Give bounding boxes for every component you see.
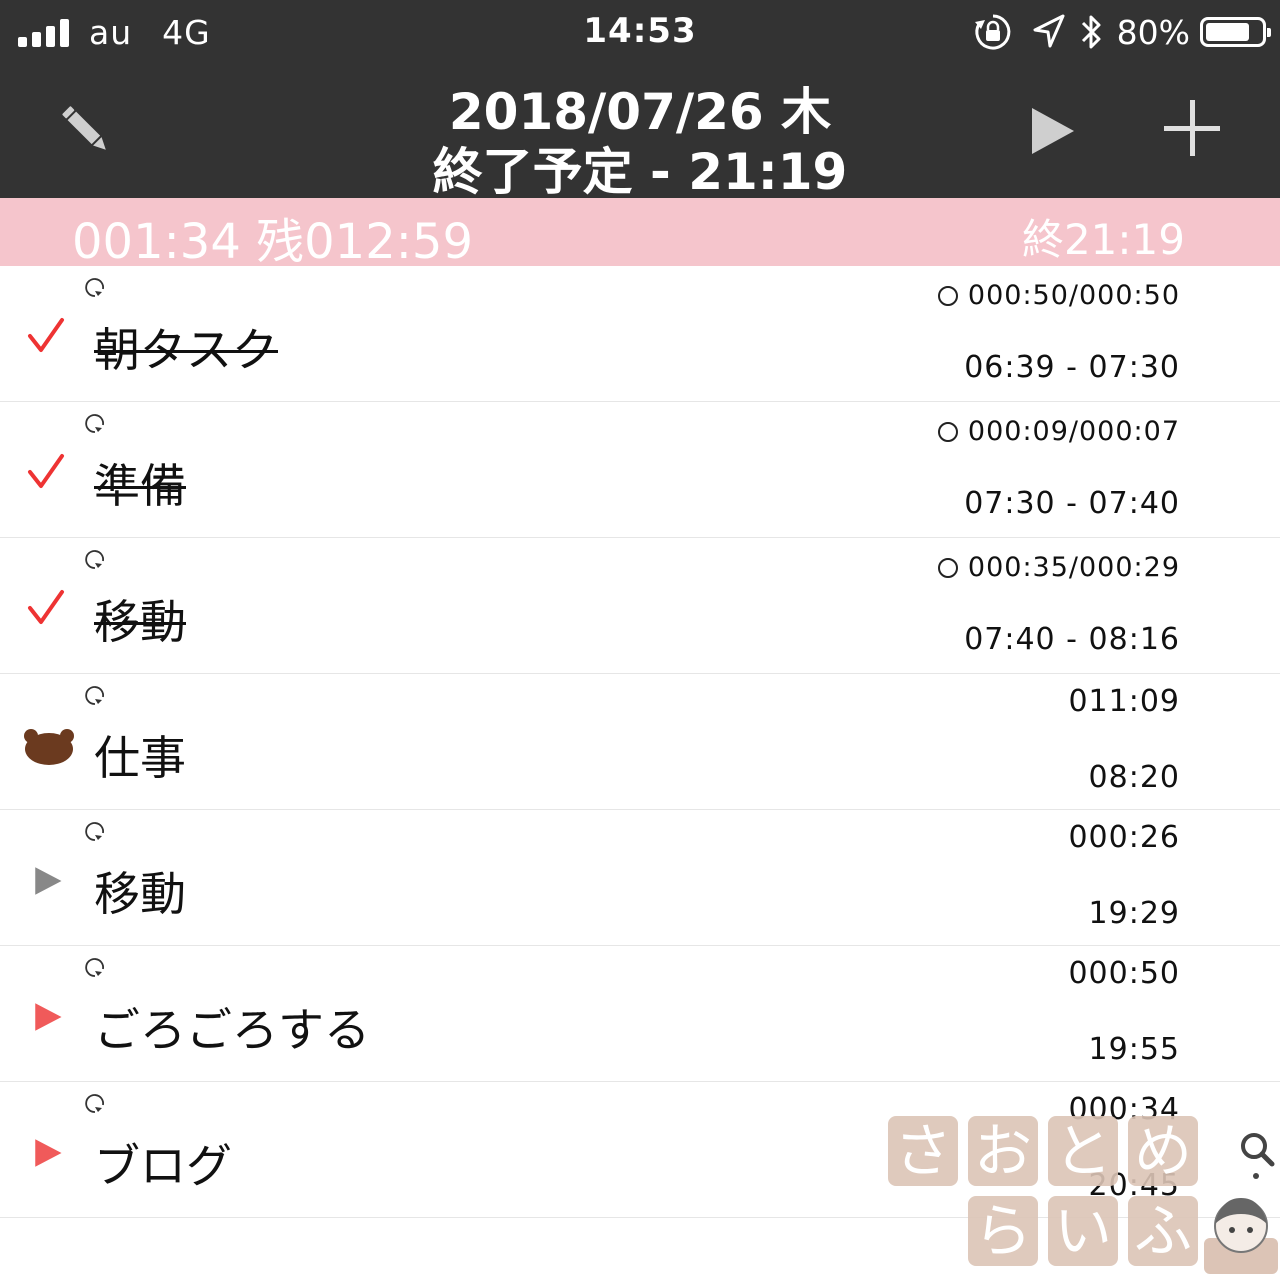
bluetooth-icon xyxy=(1081,15,1101,49)
task-time: 08:20 xyxy=(1088,760,1180,795)
timer-circle-icon xyxy=(937,422,958,442)
play-icon[interactable] xyxy=(34,1138,64,1168)
mascot-face-icon xyxy=(1204,1198,1278,1274)
battery-percent: 80% xyxy=(1116,12,1190,52)
watermark-char: ふ xyxy=(1128,1196,1198,1266)
task-row[interactable]: 移動 000:35/000:29 07:40 - 08:16 xyxy=(0,538,1280,674)
task-duration-wrap: 000:50 xyxy=(1068,956,1180,991)
summary-end-time: 終21:19 xyxy=(1021,215,1185,264)
check-icon[interactable] xyxy=(24,450,72,498)
task-duration-wrap: 000:50/000:50 xyxy=(937,280,1180,311)
location-icon xyxy=(1033,14,1065,48)
task-name: 移動 xyxy=(94,595,186,649)
task-list: 朝タスク 000:50/000:50 06:39 - 07:30 準備 000:… xyxy=(0,266,1280,1218)
task-time: 06:39 - 07:30 xyxy=(964,350,1180,385)
watermark-char: め xyxy=(1128,1116,1198,1186)
repeat-icon[interactable] xyxy=(84,1092,106,1114)
task-time: 07:40 - 08:16 xyxy=(964,622,1180,657)
task-duration: 000:50/000:50 xyxy=(967,280,1180,311)
status-bar: au 4G 14:53 80% xyxy=(0,0,1280,66)
repeat-icon[interactable] xyxy=(84,820,106,842)
bear-icon[interactable] xyxy=(22,728,76,768)
check-icon[interactable] xyxy=(24,314,72,362)
task-row[interactable]: 朝タスク 000:50/000:50 06:39 - 07:30 xyxy=(0,266,1280,402)
task-duration-wrap: 000:26 xyxy=(1068,820,1180,855)
battery-icon xyxy=(1200,17,1271,47)
task-duration-wrap: 011:09 xyxy=(1068,684,1180,719)
task-time: 19:55 xyxy=(1088,1032,1180,1067)
task-row[interactable]: 仕事 011:09 08:20 xyxy=(0,674,1280,810)
watermark-logo: さ お と め ら い ふ xyxy=(888,1116,1198,1274)
task-name: ごろごろする xyxy=(94,1003,370,1057)
repeat-icon[interactable] xyxy=(84,412,106,434)
battery-level xyxy=(1206,23,1249,41)
task-duration: 000:09/000:07 xyxy=(967,416,1180,447)
task-row[interactable]: 移動 000:26 19:29 xyxy=(0,810,1280,946)
timer-circle-icon xyxy=(937,558,958,578)
task-duration-wrap: 000:35/000:29 xyxy=(937,552,1180,583)
plus-icon[interactable] xyxy=(1164,100,1220,156)
task-duration: 000:50 xyxy=(1068,956,1180,991)
header-bar: 2018/07/26 木 終了予定 - 21:19 xyxy=(0,66,1280,201)
task-row[interactable]: 準備 000:09/000:07 07:30 - 07:40 xyxy=(0,402,1280,538)
watermark-char: さ xyxy=(888,1116,958,1186)
task-name: 仕事 xyxy=(94,731,186,785)
watermark-char: ら xyxy=(968,1196,1038,1266)
task-duration-wrap: 000:09/000:07 xyxy=(937,416,1180,447)
summary-bar: 001:34 残012:59 終21:19 xyxy=(0,198,1280,270)
task-duration: 000:35/000:29 xyxy=(967,552,1180,583)
task-time: 07:30 - 07:40 xyxy=(964,486,1180,521)
repeat-icon[interactable] xyxy=(84,684,106,706)
repeat-icon[interactable] xyxy=(84,956,106,978)
watermark-char: と xyxy=(1048,1116,1118,1186)
watermark-char: お xyxy=(968,1116,1038,1186)
play-icon[interactable] xyxy=(34,866,64,896)
task-time: 19:29 xyxy=(1088,896,1180,931)
task-row[interactable]: ごろごろする 000:50 19:55 xyxy=(0,946,1280,1082)
play-icon[interactable] xyxy=(34,1002,64,1032)
task-name: 朝タスク xyxy=(94,323,278,377)
repeat-icon[interactable] xyxy=(84,548,106,570)
task-name: ブログ xyxy=(94,1139,232,1193)
watermark-char: い xyxy=(1048,1196,1118,1266)
timer-circle-icon xyxy=(937,286,958,306)
task-duration: 011:09 xyxy=(1068,684,1180,719)
elapsed-remaining: 001:34 残012:59 xyxy=(72,214,473,270)
repeat-icon[interactable] xyxy=(84,276,106,298)
header-end-time: 終了予定 - 21:19 xyxy=(432,143,848,201)
search-icon[interactable] xyxy=(1238,1130,1276,1182)
task-name: 移動 xyxy=(94,867,186,921)
task-name: 準備 xyxy=(94,459,186,513)
play-icon[interactable] xyxy=(1030,106,1078,156)
task-duration: 000:26 xyxy=(1068,820,1180,855)
orientation-lock-icon xyxy=(974,14,1010,50)
check-icon[interactable] xyxy=(24,586,72,634)
